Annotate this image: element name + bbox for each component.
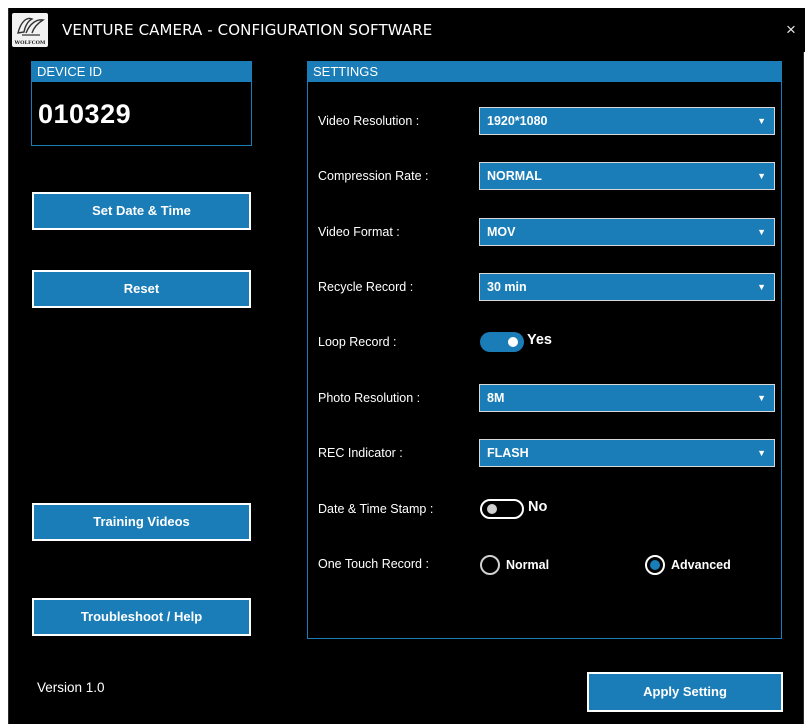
date-time-stamp-toggle[interactable] — [480, 499, 524, 519]
video-resolution-label: Video Resolution : — [318, 114, 420, 128]
recycle-record-value: 30 min — [487, 280, 527, 294]
compression-rate-label: Compression Rate : — [318, 169, 429, 183]
version-label: Version 1.0 — [37, 680, 105, 695]
photo-resolution-row: Photo Resolution : 8M ▼ — [308, 384, 781, 414]
device-id-header: DEVICE ID — [32, 62, 251, 82]
radio-normal-label[interactable]: Normal — [506, 558, 549, 572]
window-title: VENTURE CAMERA - CONFIGURATION SOFTWARE — [62, 21, 433, 39]
close-icon[interactable]: × — [779, 19, 803, 41]
recycle-record-label: Recycle Record : — [318, 280, 414, 294]
recycle-record-row: Recycle Record : 30 min ▼ — [308, 273, 781, 303]
chevron-down-icon: ▼ — [757, 116, 766, 126]
logo-text: WOLFCOM — [14, 40, 46, 46]
chevron-down-icon: ▼ — [757, 282, 766, 292]
one-touch-record-label: One Touch Record : — [318, 557, 429, 571]
one-touch-record-row: One Touch Record : Normal Advanced — [308, 550, 781, 580]
video-format-value: MOV — [487, 225, 516, 239]
loop-record-toggle[interactable] — [480, 332, 524, 352]
wolfcom-logo-icon: WOLFCOM — [12, 13, 48, 47]
date-time-stamp-row: Date & Time Stamp : No — [308, 495, 781, 525]
radio-advanced-label[interactable]: Advanced — [671, 558, 731, 572]
photo-resolution-select[interactable]: 8M ▼ — [479, 384, 775, 412]
radio-normal[interactable] — [480, 555, 500, 575]
settings-header: SETTINGS — [308, 62, 781, 82]
video-resolution-value: 1920*1080 — [487, 114, 548, 128]
apply-setting-button[interactable]: Apply Setting — [587, 672, 783, 712]
video-resolution-select[interactable]: 1920*1080 ▼ — [479, 107, 775, 135]
troubleshoot-help-button[interactable]: Troubleshoot / Help — [32, 598, 251, 636]
compression-rate-value: NORMAL — [487, 169, 542, 183]
reset-button[interactable]: Reset — [32, 270, 251, 308]
device-id-panel: DEVICE ID 010329 — [31, 61, 252, 146]
device-id-value: 010329 — [38, 99, 132, 129]
compression-rate-row: Compression Rate : NORMAL ▼ — [308, 162, 781, 192]
chevron-down-icon: ▼ — [757, 227, 766, 237]
photo-resolution-label: Photo Resolution : — [318, 391, 421, 405]
chevron-down-icon: ▼ — [757, 393, 766, 403]
video-format-row: Video Format : MOV ▼ — [308, 218, 781, 248]
radio-advanced[interactable] — [645, 555, 665, 575]
toggle-knob — [487, 504, 497, 514]
chevron-down-icon: ▼ — [757, 448, 766, 458]
toggle-knob — [508, 337, 518, 347]
photo-resolution-value: 8M — [487, 391, 505, 405]
video-resolution-row: Video Resolution : 1920*1080 ▼ — [308, 107, 781, 137]
rec-indicator-row: REC Indicator : FLASH ▼ — [308, 439, 781, 469]
chevron-down-icon: ▼ — [757, 171, 766, 181]
rec-indicator-label: REC Indicator : — [318, 446, 403, 460]
app-window: WOLFCOM VENTURE CAMERA - CONFIGURATION S… — [8, 8, 805, 724]
recycle-record-select[interactable]: 30 min ▼ — [479, 273, 775, 301]
compression-rate-select[interactable]: NORMAL ▼ — [479, 162, 775, 190]
video-format-label: Video Format : — [318, 225, 400, 239]
radio-selected-dot — [650, 560, 660, 570]
loop-record-state: Yes — [527, 332, 552, 348]
title-bar: WOLFCOM VENTURE CAMERA - CONFIGURATION S… — [9, 8, 805, 52]
rec-indicator-select[interactable]: FLASH ▼ — [479, 439, 775, 467]
loop-record-row: Loop Record : Yes — [308, 328, 781, 358]
settings-panel: SETTINGS Video Resolution : 1920*1080 ▼ … — [307, 61, 782, 639]
loop-record-label: Loop Record : — [318, 335, 397, 349]
training-videos-button[interactable]: Training Videos — [32, 503, 251, 541]
date-time-stamp-state: No — [528, 499, 548, 515]
set-date-time-button[interactable]: Set Date & Time — [32, 192, 251, 230]
video-format-select[interactable]: MOV ▼ — [479, 218, 775, 246]
date-time-stamp-label: Date & Time Stamp : — [318, 502, 434, 516]
rec-indicator-value: FLASH — [487, 446, 529, 460]
